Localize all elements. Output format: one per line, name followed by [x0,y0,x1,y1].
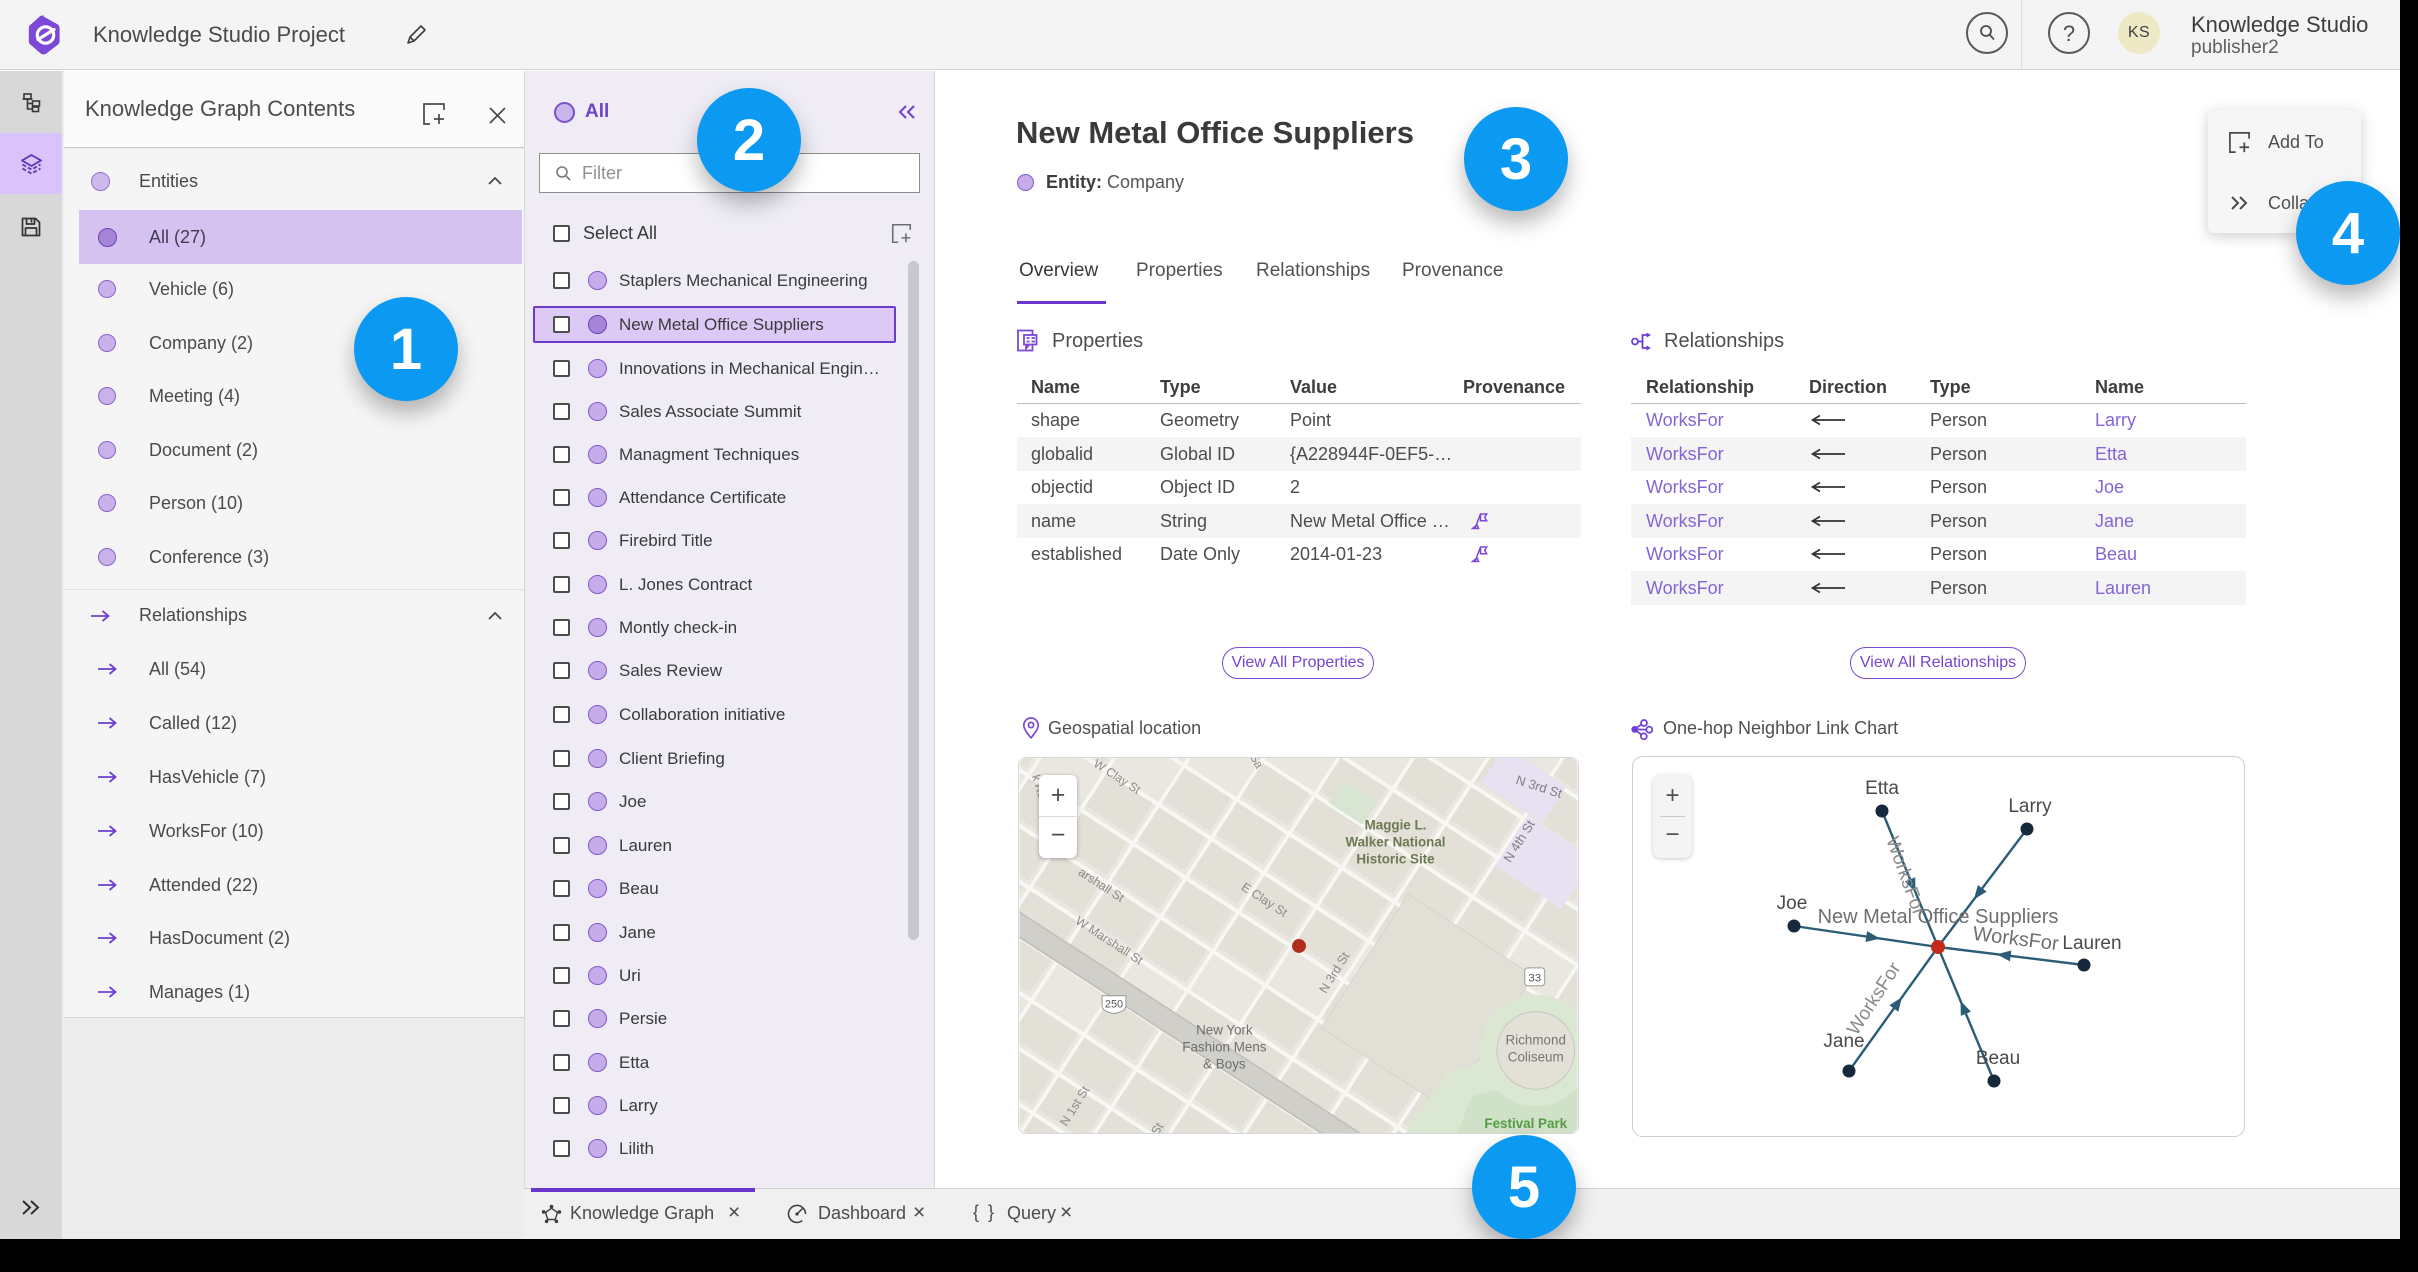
svg-text:Historic Site: Historic Site [1356,851,1434,866]
svg-text:Etta: Etta [1865,778,1899,799]
svg-text:Maggie L.: Maggie L. [1365,818,1427,833]
svg-text:Walker National: Walker National [1345,835,1445,850]
svg-text:Lauren: Lauren [2062,933,2121,954]
svg-text:250: 250 [1105,999,1123,1011]
svg-text:Joe: Joe [1777,893,1808,914]
svg-text:Beau: Beau [1976,1048,2020,1069]
svg-text:New Metal Office Suppliers: New Metal Office Suppliers [1818,906,2059,928]
svg-text:& Boys: & Boys [1203,1056,1246,1071]
svg-text:33: 33 [1528,972,1541,984]
svg-text:Festival Park: Festival Park [1484,1116,1567,1131]
svg-text:Coliseum: Coliseum [1508,1049,1564,1064]
svg-text:Fashion Mens: Fashion Mens [1182,1039,1266,1054]
svg-text:New York: New York [1196,1023,1253,1038]
svg-text:Larry: Larry [2008,796,2052,817]
svg-text:Richmond: Richmond [1506,1032,1566,1047]
